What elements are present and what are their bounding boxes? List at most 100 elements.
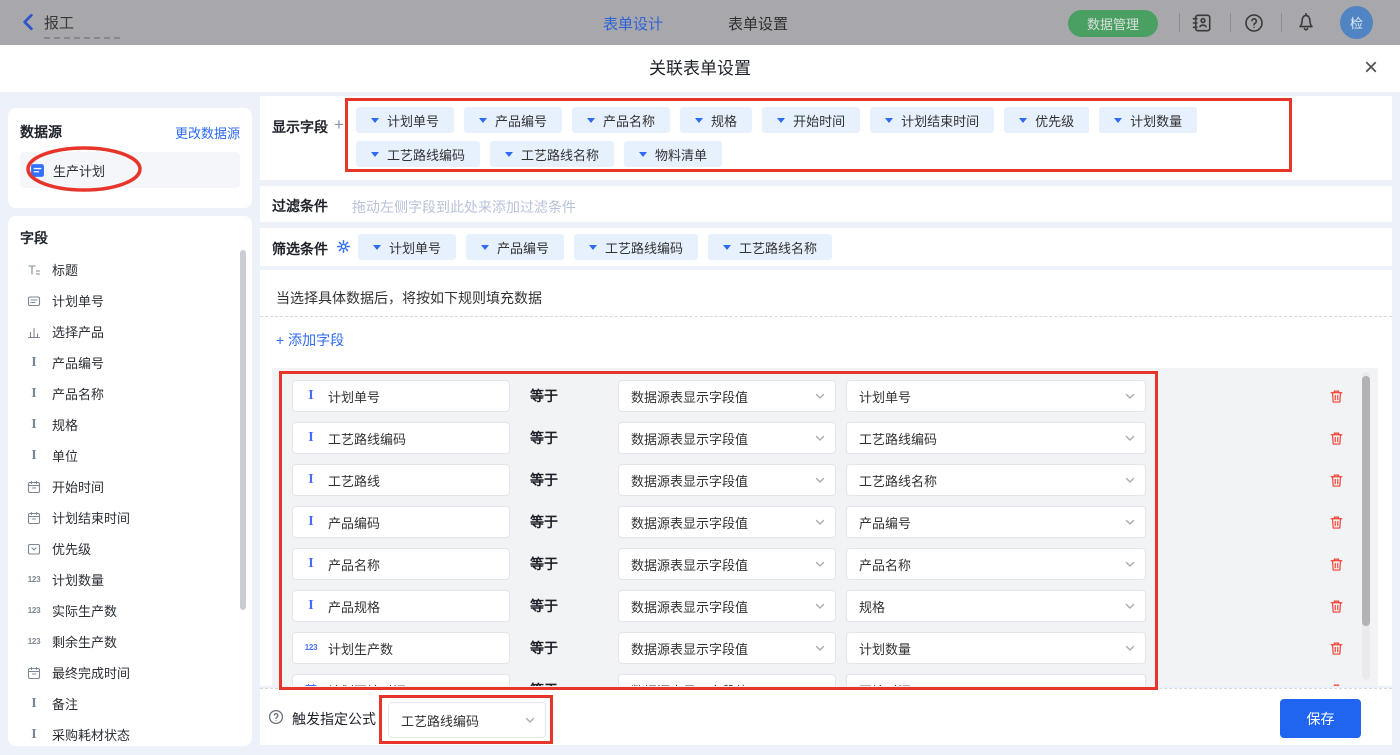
delete-rule-icon[interactable] <box>1329 599 1344 614</box>
contacts-icon[interactable] <box>1192 13 1212 33</box>
trigger-formula-select[interactable]: 工艺路线编码 <box>388 702 546 738</box>
rule-source-select[interactable]: 数据源表显示字段值 <box>618 464 836 496</box>
data-manage-button[interactable]: 数据管理 <box>1068 10 1158 37</box>
caret-down-icon <box>777 118 785 123</box>
field-chip[interactable]: 开始时间 <box>762 107 860 133</box>
field-chip[interactable]: 工艺路线名称 <box>490 141 614 167</box>
rule-value-select-value: 规格 <box>859 597 885 616</box>
field-item[interactable]: 计划结束时间 <box>8 502 246 533</box>
field-item[interactable]: 开始时间 <box>8 471 246 502</box>
rule-source-select[interactable]: 数据源表显示字段值 <box>618 548 836 580</box>
field-chip[interactable]: 产品编号 <box>466 234 564 260</box>
field-chip[interactable]: 产品名称 <box>572 107 670 133</box>
delete-rule-icon[interactable] <box>1329 641 1344 656</box>
field-item-label: 备注 <box>52 694 78 713</box>
field-chip[interactable]: 工艺路线编码 <box>356 141 480 167</box>
caret-down-icon <box>505 152 513 157</box>
rule-value-select[interactable]: 产品编号 <box>846 506 1146 538</box>
add-field-link[interactable]: + 添加字段 <box>276 330 344 350</box>
field-item[interactable]: I采购耗材状态 <box>8 719 246 746</box>
field-chip[interactable]: 计划单号 <box>358 234 456 260</box>
rule-value-select[interactable]: 工艺路线名称 <box>846 464 1146 496</box>
rule-value-select[interactable]: 计划单号 <box>846 380 1146 412</box>
delete-rule-icon[interactable] <box>1329 557 1344 572</box>
rule-field-input[interactable]: 计划开始时间 <box>292 674 510 686</box>
rule-field-input[interactable]: I工艺路线 <box>292 464 510 496</box>
delete-rule-icon[interactable] <box>1329 515 1344 530</box>
rules-scrollbar[interactable] <box>1362 376 1370 626</box>
rule-source-select[interactable]: 数据源表显示字段值 <box>618 422 836 454</box>
field-chip[interactable]: 规格 <box>680 107 752 133</box>
field-item[interactable]: 标题 <box>8 254 246 285</box>
field-item[interactable]: 计划单号 <box>8 285 246 316</box>
rule-value-select[interactable]: 规格 <box>846 590 1146 622</box>
field-chip[interactable]: 工艺路线名称 <box>708 234 832 260</box>
field-item[interactable]: I产品名称 <box>8 378 246 409</box>
rule-field-label: 计划生产数 <box>328 639 393 658</box>
field-item[interactable]: I备注 <box>8 688 246 719</box>
rule-source-select[interactable]: 数据源表显示字段值 <box>618 632 836 664</box>
rule-source-select[interactable]: 数据源表显示字段值 <box>618 674 836 686</box>
rule-source-select-value: 数据源表显示字段值 <box>631 429 748 448</box>
field-item[interactable]: I产品编号 <box>8 347 246 378</box>
fields-scrollbar[interactable] <box>240 250 246 610</box>
rule-source-select[interactable]: 数据源表显示字段值 <box>618 506 836 538</box>
field-item[interactable]: 123实际生产数 <box>8 595 246 626</box>
close-icon[interactable]: × <box>1364 53 1378 83</box>
datasource-item[interactable]: 生产计划 <box>20 152 240 188</box>
bell-icon[interactable] <box>1296 12 1316 32</box>
rule-field-input[interactable]: I产品规格 <box>292 590 510 622</box>
add-display-field-icon[interactable]: + <box>334 115 344 135</box>
chevron-down-icon <box>813 431 827 445</box>
field-item[interactable]: 选择产品 <box>8 316 246 347</box>
field-item[interactable]: I单位 <box>8 440 246 471</box>
field-chip[interactable]: 计划单号 <box>356 107 454 133</box>
rule-field-input[interactable]: I工艺路线编码 <box>292 422 510 454</box>
tab-form-design[interactable]: 表单设计 <box>603 13 663 34</box>
field-chip[interactable]: 产品编号 <box>464 107 562 133</box>
delete-rule-icon[interactable] <box>1329 389 1344 404</box>
rule-value-select[interactable]: 开始时间 <box>846 674 1146 686</box>
field-item[interactable]: 123剩余生产数 <box>8 626 246 657</box>
field-chip-label: 计划结束时间 <box>901 111 979 130</box>
field-chip[interactable]: 工艺路线编码 <box>574 234 698 260</box>
rule-value-select[interactable]: 工艺路线编码 <box>846 422 1146 454</box>
rule-value-select[interactable]: 计划数量 <box>846 632 1146 664</box>
filter-dropzone[interactable]: 拖动左侧字段到此处来添加过滤条件 <box>352 197 576 217</box>
rule-field-input[interactable]: I产品编码 <box>292 506 510 538</box>
rule-field-input[interactable]: 123计划生产数 <box>292 632 510 664</box>
caret-down-icon <box>479 118 487 123</box>
field-item[interactable]: 123计划数量 <box>8 564 246 595</box>
chevron-down-icon <box>1123 641 1137 655</box>
delete-rule-icon[interactable] <box>1329 683 1344 687</box>
avatar[interactable]: 检 <box>1340 6 1373 39</box>
save-button[interactable]: 保存 <box>1280 699 1361 738</box>
question-icon[interactable] <box>268 709 284 725</box>
rule-field-input[interactable]: I产品名称 <box>292 548 510 580</box>
datasource-card: 数据源 更改数据源 生产计划 <box>8 108 252 208</box>
field-chip[interactable]: 优先级 <box>1004 107 1089 133</box>
rules-list: I计划单号等于数据源表显示字段值计划单号I工艺路线编码等于数据源表显示字段值工艺… <box>272 368 1378 686</box>
field-chip[interactable]: 计划数量 <box>1099 107 1197 133</box>
rule-source-select-value: 数据源表显示字段值 <box>631 639 748 658</box>
field-item-label: 产品编号 <box>52 353 104 372</box>
field-item-label: 剩余生产数 <box>52 632 117 651</box>
field-chip[interactable]: 计划结束时间 <box>870 107 994 133</box>
field-item[interactable]: I规格 <box>8 409 246 440</box>
rule-value-select[interactable]: 产品名称 <box>846 548 1146 580</box>
back-icon[interactable] <box>20 13 36 31</box>
field-item-label: 标题 <box>52 260 78 279</box>
field-item-label: 开始时间 <box>52 477 104 496</box>
gear-icon[interactable] <box>336 239 351 254</box>
delete-rule-icon[interactable] <box>1329 473 1344 488</box>
help-icon[interactable] <box>1244 13 1264 33</box>
rule-field-input[interactable]: I计划单号 <box>292 380 510 412</box>
rule-source-select[interactable]: 数据源表显示字段值 <box>618 590 836 622</box>
rule-source-select[interactable]: 数据源表显示字段值 <box>618 380 836 412</box>
change-datasource-link[interactable]: 更改数据源 <box>175 123 240 142</box>
field-chip[interactable]: 物料清单 <box>624 141 722 167</box>
field-item[interactable]: 最终完成时间 <box>8 657 246 688</box>
delete-rule-icon[interactable] <box>1329 431 1344 446</box>
field-item[interactable]: 优先级 <box>8 533 246 564</box>
tab-form-settings[interactable]: 表单设置 <box>728 13 788 34</box>
